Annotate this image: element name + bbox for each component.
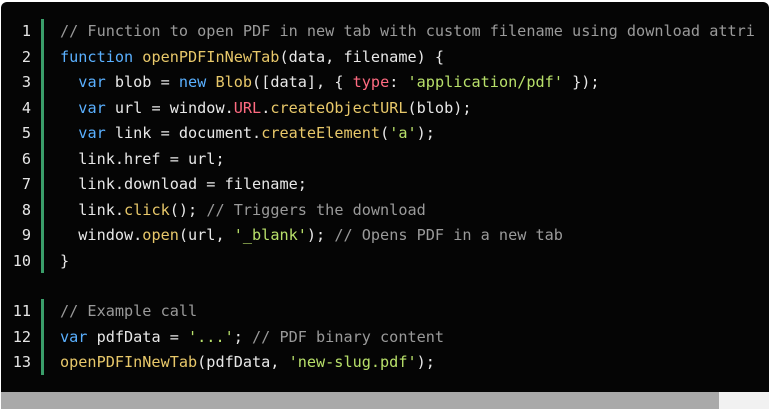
code-line: 8 link.click(); // Triggers the download: [1, 198, 769, 224]
code-token-plain: window.: [60, 226, 143, 244]
horizontal-scrollbar[interactable]: [1, 392, 769, 409]
line-number: 10: [12, 251, 31, 270]
code-line: 5 var link = document.createElement('a')…: [1, 121, 769, 147]
code-token-plain: );: [416, 124, 435, 142]
line-number: 9: [21, 226, 31, 244]
line-number: 3: [21, 73, 31, 91]
code-block-function: 1 // Function to open PDF in new tab with…: [1, 19, 769, 274]
code-token-plain: link.download = filename;: [60, 175, 307, 193]
code-token-comment: // Function to open PDF in new tab with …: [60, 22, 755, 40]
code-token-prop: type: [352, 73, 390, 91]
line-number: 11: [12, 302, 31, 320]
code-snippet-frame: 1 // Function to open PDF in new tab with…: [0, 0, 770, 410]
code-token-plain: :: [389, 73, 408, 91]
code-text: link.click(); // Triggers the download: [60, 198, 426, 224]
code-token-str: '_blank': [233, 226, 307, 244]
code-token-plain: (data, filename) {: [279, 47, 445, 66]
code-token-plain: link.: [60, 200, 125, 219]
code-token-plain: }: [60, 251, 70, 270]
code-text: window.open(url, '_blank'); // Opens PDF…: [60, 223, 563, 249]
code-token-comment: // PDF binary content: [252, 327, 445, 346]
code-token-plain: (blob);: [407, 98, 472, 117]
code-line: 2 function openPDFInNewTab(data, filename…: [1, 45, 769, 71]
code-text: openPDFInNewTab(pdfData, 'new-slug.pdf')…: [60, 350, 435, 376]
code-text: }: [60, 249, 69, 275]
code-token-str: 'a': [389, 124, 417, 142]
code-token-plain: ;: [233, 327, 253, 346]
code-token-str: 'new-slug.pdf': [288, 353, 417, 371]
code-token-fn: openPDFInNewTab: [142, 47, 280, 66]
line-number: 13: [12, 353, 31, 371]
line-number: 7: [21, 175, 31, 193]
code-text: function openPDFInNewTab(data, filename)…: [60, 45, 444, 71]
code-token-kw: new: [178, 73, 216, 91]
code-line: 7 link.download = filename;: [1, 172, 769, 198]
code-line: 4 var url = window.URL.createObjectURL(b…: [1, 96, 769, 122]
code-token-fn: Blob: [215, 73, 253, 91]
code-token-fn: click: [124, 200, 170, 219]
code-token-plain: });: [562, 73, 600, 91]
code-line: 9 window.open(url, '_blank'); // Opens P…: [1, 223, 769, 249]
line-number: 2: [21, 47, 31, 66]
code-lines: 1 // Function to open PDF in new tab with…: [1, 19, 769, 274]
code-token-fn: createObjectURL: [270, 98, 408, 117]
code-token-fn: openPDFInNewTab: [60, 353, 198, 371]
code-text: // Function to open PDF in new tab with …: [60, 19, 755, 45]
code-text: link.download = filename;: [60, 172, 307, 198]
code-line: 11 // Example call: [1, 299, 769, 325]
line-number: 6: [21, 149, 31, 168]
line-number: 1: [21, 22, 31, 40]
code-token-plain: (url,: [178, 226, 234, 244]
code-line: 10}: [1, 249, 769, 275]
code-token-kw: function: [60, 47, 143, 66]
code-token-kw: var: [78, 73, 115, 91]
code-text: var link = document.createElement('a');: [60, 121, 435, 147]
code-line: 1 // Function to open PDF in new tab with…: [1, 19, 769, 45]
code-panel: 1 // Function to open PDF in new tab with…: [1, 2, 769, 392]
code-token-plain: );: [416, 353, 435, 371]
code-token-plain: blob =: [114, 73, 179, 91]
code-token-comment: // Opens PDF in a new tab: [334, 226, 563, 244]
code-line: 6 link.href = url;: [1, 147, 769, 173]
code-token-str: 'application/pdf': [407, 73, 563, 91]
code-token-plain: ();: [169, 200, 207, 219]
code-token-comment: // Triggers the download: [206, 200, 426, 219]
line-number: 12: [12, 327, 31, 346]
code-token-plain: );: [306, 226, 335, 244]
code-token-fn: createElement: [261, 124, 381, 142]
code-lines: 11 // Example call 12 var pdfData = '...'; …: [1, 299, 769, 376]
code-token-plain: .: [261, 98, 271, 117]
code-token-prop: URL: [233, 98, 262, 117]
code-token-plain: link.href = url;: [60, 149, 225, 168]
code-token-plain: link = document.: [114, 124, 262, 142]
code-block-example: 11 // Example call 12 var pdfData = '...'; …: [1, 299, 769, 376]
code-text: // Example call: [60, 299, 197, 325]
code-token-kw: var: [78, 124, 115, 142]
code-text: var url = window.URL.createObjectURL(blo…: [60, 96, 472, 122]
code-token-kw: var: [78, 98, 115, 117]
code-token-comment: // Example call: [60, 302, 198, 320]
code-token-plain: pdfData =: [96, 327, 189, 346]
code-token-str: '...': [188, 327, 234, 346]
code-line: 13 openPDFInNewTab(pdfData, 'new-slug.pdf…: [1, 350, 769, 376]
line-number: 5: [21, 124, 31, 142]
code-token-plain: ([data], {: [252, 73, 353, 91]
code-text: link.href = url;: [60, 147, 225, 173]
line-number: 4: [21, 98, 31, 117]
code-token-kw: var: [60, 327, 97, 346]
code-line: 12 var pdfData = '...'; // PDF binary con…: [1, 325, 769, 351]
line-number: 8: [21, 200, 31, 219]
code-token-fn: open: [142, 226, 179, 244]
code-text: var blob = new Blob([data], { type: 'app…: [60, 70, 600, 96]
scrollbar-thumb[interactable]: [1, 392, 719, 409]
code-token-plain: (: [380, 124, 390, 142]
code-token-plain: url = window.: [114, 98, 234, 117]
code-text: var pdfData = '...'; // PDF binary conte…: [60, 325, 444, 351]
code-token-plain: (pdfData,: [197, 353, 289, 371]
code-line: 3 var blob = new Blob([data], { type: 'a…: [1, 70, 769, 96]
